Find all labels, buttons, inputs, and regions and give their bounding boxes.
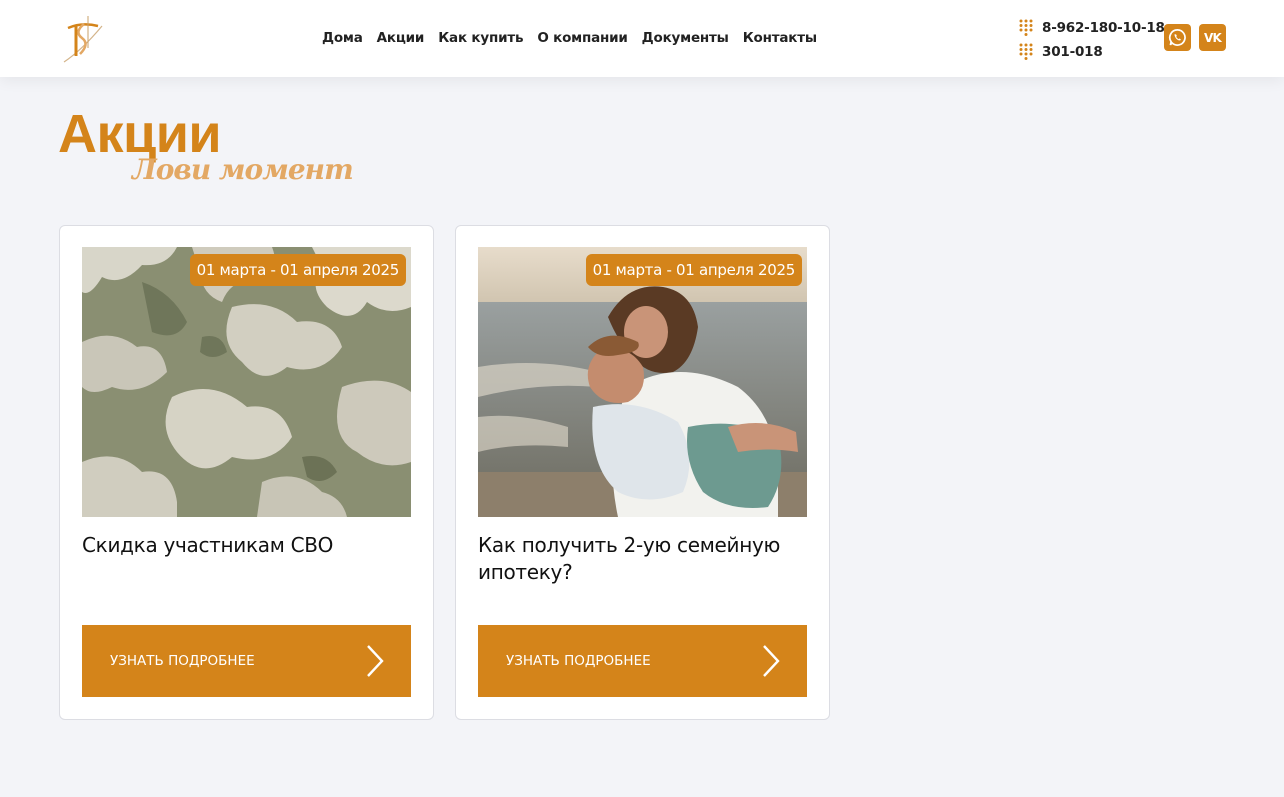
- phone-row[interactable]: 301-018: [1019, 40, 1165, 64]
- page-subtitle: Лови момент: [132, 153, 354, 186]
- phone-list: 8-962-180-10-18 301-018: [1019, 16, 1165, 64]
- nav-item-homes[interactable]: Дома: [322, 30, 363, 46]
- learn-more-button[interactable]: УЗНАТЬ ПОДРОБНЕЕ: [478, 625, 807, 697]
- phone-number[interactable]: 301-018: [1042, 44, 1103, 60]
- promo-title[interactable]: Скидка участникам СВО: [82, 532, 412, 559]
- phone-number[interactable]: 8-962-180-10-18: [1042, 20, 1165, 36]
- promo-date-badge: 01 марта - 01 апреля 2025: [585, 254, 802, 286]
- promo-image[interactable]: 01 марта - 01 апреля 2025: [82, 247, 411, 517]
- mother-and-child-beach-photo: [478, 247, 807, 517]
- whatsapp-button[interactable]: [1164, 24, 1191, 51]
- phone-keypad-icon: [1019, 43, 1033, 60]
- whatsapp-icon: [1168, 29, 1186, 46]
- nav-item-promotions[interactable]: Акции: [377, 30, 425, 46]
- chevron-right-icon: [763, 645, 780, 677]
- chevron-right-icon: [367, 645, 384, 677]
- main-nav: Дома Акции Как купить О компании Докумен…: [322, 30, 817, 46]
- logo[interactable]: [58, 12, 106, 66]
- promo-card: 01 марта - 01 апреля 2025 Скидка участни…: [59, 225, 434, 720]
- nav-item-contacts[interactable]: Контакты: [743, 30, 817, 46]
- promo-title[interactable]: Как получить 2-ую семейную ипотеку?: [478, 532, 808, 586]
- phone-row[interactable]: 8-962-180-10-18: [1019, 16, 1165, 40]
- vk-button[interactable]: VK: [1199, 24, 1226, 51]
- nav-item-about[interactable]: О компании: [537, 30, 628, 46]
- learn-more-label: УЗНАТЬ ПОДРОБНЕЕ: [506, 653, 651, 669]
- promo-image[interactable]: 01 марта - 01 апреля 2025: [478, 247, 807, 517]
- learn-more-label: УЗНАТЬ ПОДРОБНЕЕ: [110, 653, 255, 669]
- sycamore-bark-photo: [82, 247, 411, 517]
- site-header: Дома Акции Как купить О компании Докумен…: [0, 0, 1284, 77]
- phone-keypad-icon: [1019, 19, 1033, 36]
- nav-item-documents[interactable]: Документы: [642, 30, 729, 46]
- promo-card: 01 марта - 01 апреля 2025 Как получить 2…: [455, 225, 830, 720]
- learn-more-button[interactable]: УЗНАТЬ ПОДРОБНЕЕ: [82, 625, 411, 697]
- promo-date-badge: 01 марта - 01 апреля 2025: [189, 254, 406, 286]
- nav-item-how-to-buy[interactable]: Как купить: [438, 30, 523, 46]
- logo-icon: [63, 16, 103, 63]
- vk-icon: VK: [1204, 30, 1222, 45]
